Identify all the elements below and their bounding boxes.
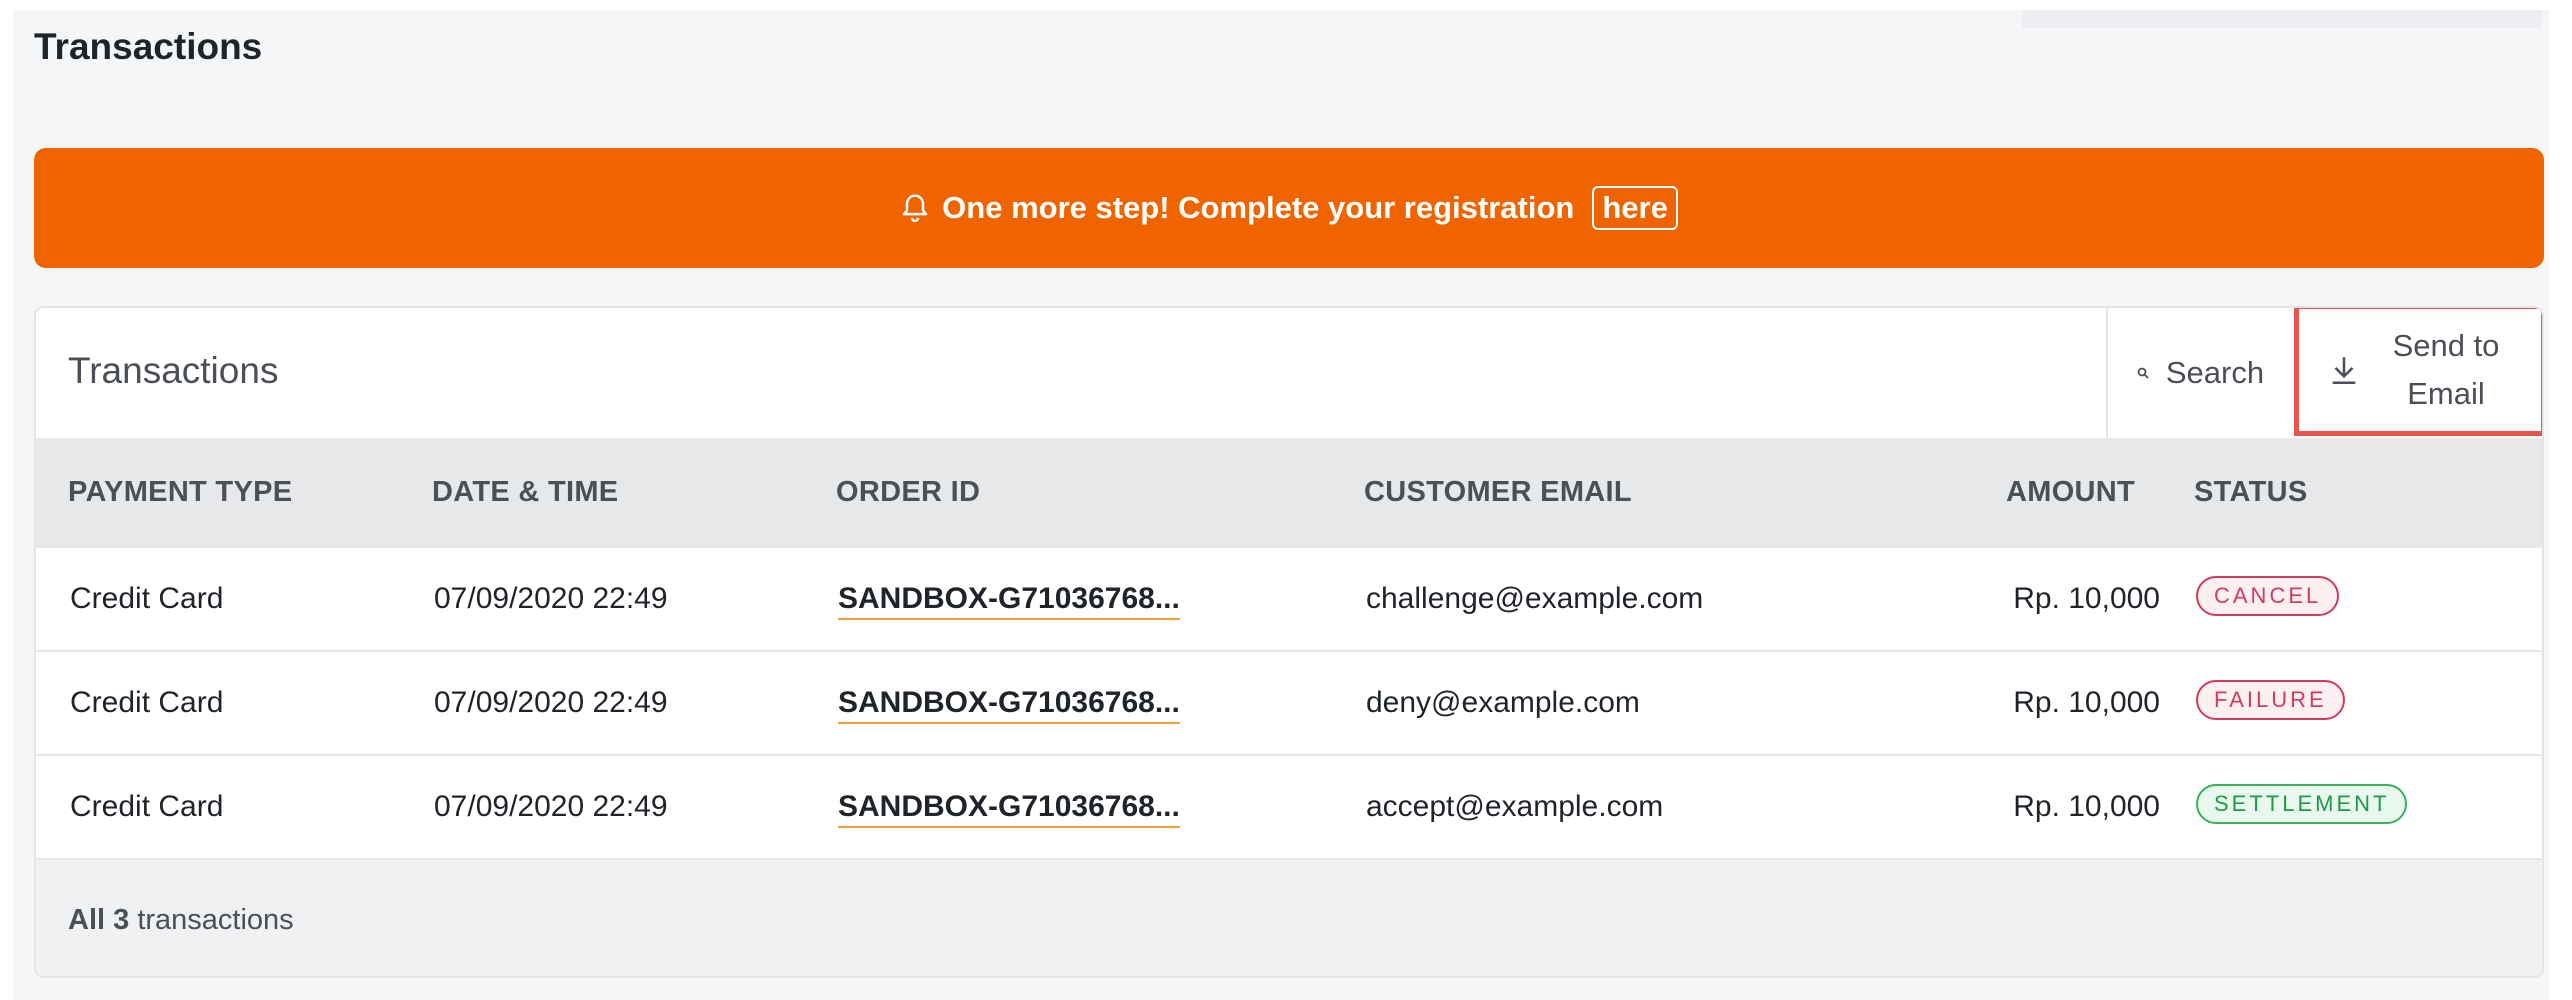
header-date-time[interactable]: DATE & TIME (432, 476, 618, 509)
bell-icon (902, 194, 928, 223)
send-to-email-button[interactable]: Send to Email (2294, 308, 2542, 436)
send-to-email-label: Send to Email (2392, 328, 2500, 411)
email-cell: accept@example.com (1366, 790, 1664, 823)
header-payment-type[interactable]: PAYMENT TYPE (68, 476, 292, 509)
card-header: Transactions Search Send to Email (36, 308, 2542, 438)
payment-type-cell: Credit Card (70, 790, 224, 823)
table-row[interactable]: Credit Card 07/09/2020 22:49 SANDBOX-G71… (36, 548, 2542, 652)
search-icon (2137, 367, 2149, 379)
download-icon (2332, 357, 2356, 385)
card-title: Transactions (68, 350, 279, 391)
payment-type-cell: Credit Card (70, 686, 224, 719)
email-cell: deny@example.com (1366, 686, 1640, 719)
header-order-id[interactable]: ORDER ID (836, 476, 980, 509)
search-label: Search (2165, 355, 2265, 390)
order-id-link[interactable]: SANDBOX-G71036768... (838, 686, 1180, 724)
transaction-count: All 3 transactions (68, 904, 294, 936)
transactions-card: Transactions Search Send to Email PAYMEN… (34, 306, 2544, 978)
table-row[interactable]: Credit Card 07/09/2020 22:49 SANDBOX-G71… (36, 652, 2542, 756)
datetime-cell: 07/09/2020 22:49 (434, 686, 668, 719)
status-badge: FAILURE (2196, 680, 2345, 720)
datetime-cell: 07/09/2020 22:49 (434, 790, 668, 823)
header-customer-email[interactable]: CUSTOMER EMAIL (1364, 476, 1632, 509)
amount-cell: Rp. 10,000 (2013, 790, 2160, 823)
amount-cell: Rp. 10,000 (2013, 686, 2160, 719)
table-footer: All 3 transactions (36, 860, 2542, 976)
search-button[interactable]: Search (2106, 308, 2292, 438)
order-id-link[interactable]: SANDBOX-G71036768... (838, 582, 1180, 620)
top-bar-fragment (2022, 10, 2542, 28)
order-id-link[interactable]: SANDBOX-G71036768... (838, 790, 1180, 828)
amount-cell: Rp. 10,000 (2013, 582, 2160, 615)
registration-banner: One more step! Complete your registratio… (34, 148, 2544, 268)
status-badge: SETTLEMENT (2196, 784, 2408, 824)
complete-registration-link[interactable]: here (1592, 186, 1678, 230)
header-amount[interactable]: AMOUNT (2006, 476, 2135, 509)
page-title: Transactions (34, 26, 263, 67)
banner-message: One more step! Complete your registratio… (942, 190, 1575, 225)
email-cell: challenge@example.com (1366, 582, 1704, 615)
status-badge: CANCEL (2196, 576, 2340, 616)
header-status[interactable]: STATUS (2194, 476, 2308, 509)
table-row[interactable]: Credit Card 07/09/2020 22:49 SANDBOX-G71… (36, 756, 2542, 860)
table-header: PAYMENT TYPE DATE & TIME ORDER ID CUSTOM… (36, 438, 2542, 548)
payment-type-cell: Credit Card (70, 582, 224, 615)
datetime-cell: 07/09/2020 22:49 (434, 582, 668, 615)
